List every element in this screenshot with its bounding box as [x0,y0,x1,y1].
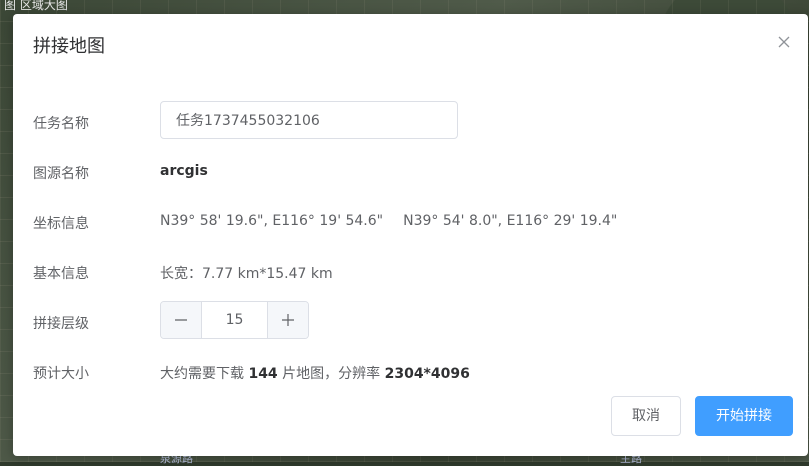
coordinate-values: N39° 58' 19.6", E116° 19' 54.6" N39° 54' … [160,213,617,229]
level-value[interactable]: 15 [202,302,267,338]
coordinate-bottom-right: N39° 54' 8.0", E116° 29' 19.4" [403,213,618,229]
task-name-label: 任务名称 [33,116,89,132]
stitch-level-label: 拼接层级 [33,316,89,332]
cancel-button[interactable]: 取消 [611,396,681,436]
plus-icon [282,314,294,326]
tile-count: 144 [248,366,278,382]
start-stitch-button[interactable]: 开始拼接 [695,396,793,436]
close-button[interactable] [778,36,792,50]
coordinate-top-left: N39° 58' 19.6", E116° 19' 54.6" [160,213,384,229]
level-stepper: 15 [160,301,309,339]
decrease-button[interactable] [161,302,202,338]
map-top-label: 图 区域大图 [4,0,68,12]
basic-info-value: 长宽：7.77 km*15.47 km [160,266,333,282]
task-name-input[interactable] [160,101,458,139]
basic-info-label: 基本信息 [33,266,89,282]
dialog-title: 拼接地图 [33,36,105,57]
coordinate-label: 坐标信息 [33,216,89,232]
estimated-size-label: 预计大小 [33,366,89,382]
increase-button[interactable] [267,302,308,338]
estimated-size-value: 大约需要下载 144 片地图，分辨率 2304*4096 [160,363,470,383]
minus-icon [175,319,187,321]
source-name-label: 图源名称 [33,166,89,182]
resolution-value: 2304*4096 [384,366,470,382]
stitch-map-dialog: 拼接地图 任务名称 图源名称 arcgis 坐标信息 N39° 58' 19.6… [13,14,808,456]
close-icon [778,36,790,48]
size-middle: 片地图，分辨率 [282,366,381,382]
source-name-value: arcgis [160,163,208,179]
size-prefix: 大约需要下载 [160,366,244,382]
